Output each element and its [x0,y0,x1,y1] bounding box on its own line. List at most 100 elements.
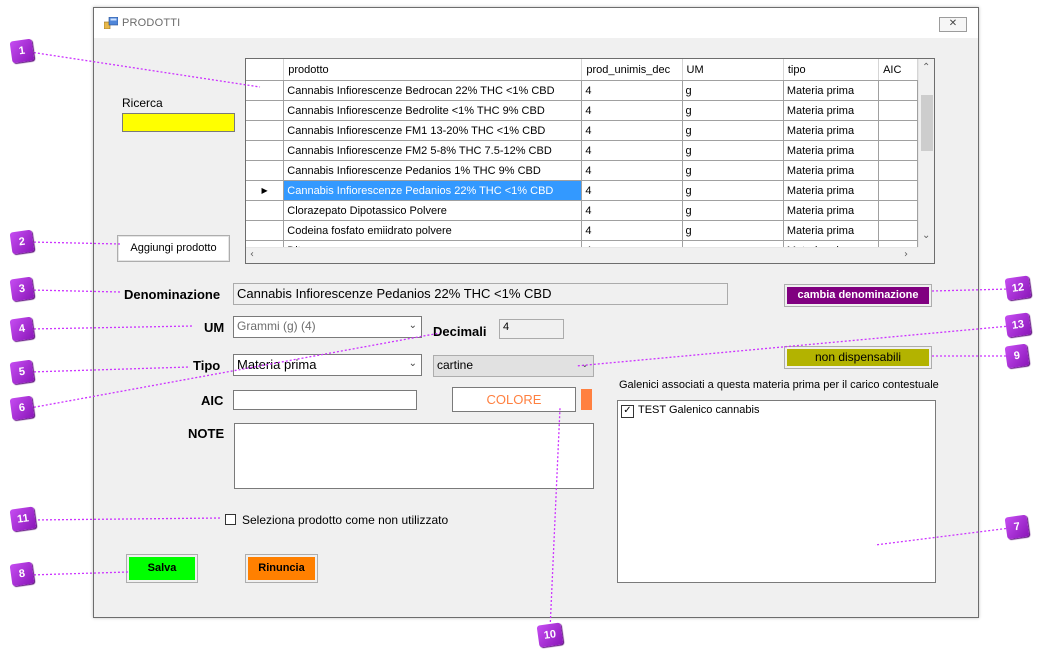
non-dispensabili-button[interactable]: non dispensabili [784,346,932,369]
row-header[interactable] [246,220,285,241]
note-label: NOTE [188,426,225,441]
table-cell[interactable]: Materia prima [783,100,880,121]
table-cell[interactable]: g [682,160,784,181]
table-cell[interactable]: Cannabis Infiorescenze Bedrolite <1% THC… [283,100,583,121]
cambia-denominazione-label: cambia denominazione [787,287,929,304]
table-cell[interactable]: g [682,80,784,101]
table-cell[interactable]: Cannabis Infiorescenze Pedanios 1% THC 9… [283,160,583,181]
row-header[interactable] [246,200,285,221]
table-cell[interactable]: 4 [581,160,683,181]
table-row[interactable]: Cannabis Infiorescenze FM1 13-20% THC <1… [246,120,918,141]
table-row[interactable]: Clorazepato Dipotassico Polvere 4 g Materia… [246,200,918,221]
vertical-scroll-thumb[interactable] [921,95,933,151]
decimali-value: 4 [503,321,510,333]
table-cell[interactable] [878,80,918,101]
table-row[interactable]: Cannabis Infiorescenze Pedanios 1% THC 9… [246,160,918,181]
aic-input[interactable] [233,390,417,410]
denominazione-label: Denominazione [124,287,221,302]
table-cell[interactable]: 4 [581,200,683,221]
sottotipo-select[interactable]: cartine ⌄ [433,355,594,377]
products-grid[interactable]: prodotto prod_unimis_dec UM tipo AIC Can… [245,58,935,264]
table-cell[interactable]: Cannabis Infiorescenze FM2 5-8% THC 7.5-… [283,140,583,161]
grid-body: prodotto prod_unimis_dec UM tipo AIC Can… [246,59,918,247]
column-header[interactable]: prod_unimis_dec [581,59,683,81]
table-cell[interactable] [878,220,918,241]
row-header[interactable] [246,160,285,181]
table-cell[interactable]: g [682,180,784,201]
add-product-button[interactable]: Aggiungi prodotto [117,235,230,262]
table-row[interactable]: Cannabis Infiorescenze Bedrolite <1% THC… [246,100,918,121]
table-cell[interactable]: g [682,120,784,141]
title-bar[interactable]: PRODOTTI ✕ [94,8,978,38]
table-cell[interactable] [878,120,918,141]
window-title: PRODOTTI [122,17,181,29]
callout-badge-1: 1 [9,38,35,64]
table-cell[interactable] [878,200,918,221]
table-row[interactable]: ▶ Cannabis Infiorescenze Pedanios 22% THC… [246,180,918,201]
row-header[interactable] [246,80,285,101]
table-cell[interactable]: 4 [581,120,683,141]
note-textarea[interactable] [234,423,594,489]
tipo-select[interactable]: Materia prima ⌄ [233,354,422,376]
row-header[interactable]: ▶ [246,180,285,201]
horizontal-scrollbar[interactable]: ‹ › [246,247,918,263]
non-utilizzato-checkbox[interactable] [225,514,236,525]
table-cell[interactable]: Materia prima [783,120,880,141]
aic-label: AIC [201,393,224,408]
scroll-right-icon[interactable]: › [904,248,908,262]
table-row[interactable]: Codeina fosfato emiidrato polvere 4 g Mater… [246,220,918,241]
table-row[interactable]: Cannabis Infiorescenze Bedrocan 22% THC … [246,80,918,101]
rinuncia-button[interactable]: Rinuncia [245,554,318,583]
column-header[interactable]: AIC [878,59,918,81]
colore-button[interactable]: COLORE [452,387,576,412]
table-cell[interactable]: 4 [581,100,683,121]
current-row-icon: ▶ [261,186,268,195]
table-cell[interactable]: 4 [581,220,683,241]
column-header[interactable]: tipo [783,59,880,81]
table-cell[interactable]: 4 [581,180,683,201]
galenici-list[interactable]: ✓ TEST Galenico cannabis [617,400,936,583]
table-cell[interactable]: Cannabis Infiorescenze FM1 13-20% THC <1… [283,120,583,141]
table-cell[interactable]: Materia prima [783,140,880,161]
vertical-scrollbar[interactable]: ⌃ ⌄ [918,59,934,247]
table-cell[interactable]: Materia prima [783,200,880,221]
um-select[interactable]: Grammi (g) (4) ⌄ [233,316,422,338]
search-input[interactable] [122,113,235,132]
table-cell[interactable]: g [682,140,784,161]
close-icon: ✕ [948,18,958,29]
table-cell[interactable]: Materia prima [783,160,880,181]
table-cell[interactable]: Materia prima [783,80,880,101]
cambia-denominazione-button[interactable]: cambia denominazione [784,284,932,307]
table-cell[interactable]: Cannabis Infiorescenze Pedanios 22% THC … [283,180,583,201]
table-cell[interactable] [878,140,918,161]
decimali-field[interactable]: 4 [499,319,564,339]
row-header[interactable] [246,120,285,141]
colore-label: COLORE [486,392,542,407]
salva-button[interactable]: Salva [126,554,198,583]
table-cell[interactable]: 4 [581,140,683,161]
table-cell[interactable]: Codeina fosfato emiidrato polvere [283,220,583,241]
galenico-checkbox[interactable]: ✓ [621,405,634,418]
scroll-down-icon[interactable]: ⌄ [922,229,930,243]
table-cell[interactable]: g [682,200,784,221]
denominazione-field[interactable]: Cannabis Infiorescenze Pedanios 22% THC … [233,283,728,305]
table-row[interactable]: Cannabis Infiorescenze FM2 5-8% THC 7.5-… [246,140,918,161]
table-cell[interactable] [878,100,918,121]
scroll-left-icon[interactable]: ‹ [250,248,254,262]
grid-corner-header[interactable] [246,59,285,81]
scroll-up-icon[interactable]: ⌃ [922,61,930,75]
table-cell[interactable] [878,160,918,181]
column-header[interactable]: UM [682,59,784,81]
table-cell[interactable]: Materia prima [783,220,880,241]
table-cell[interactable]: Clorazepato Dipotassico Polvere [283,200,583,221]
table-cell[interactable]: g [682,100,784,121]
table-cell[interactable]: 4 [581,80,683,101]
close-button[interactable]: ✕ [939,17,967,32]
column-header[interactable]: prodotto [283,59,583,81]
table-cell[interactable]: Cannabis Infiorescenze Bedrocan 22% THC … [283,80,583,101]
row-header[interactable] [246,100,285,121]
table-cell[interactable]: Materia prima [783,180,880,201]
table-cell[interactable]: g [682,220,784,241]
table-cell[interactable] [878,180,918,201]
row-header[interactable] [246,140,285,161]
